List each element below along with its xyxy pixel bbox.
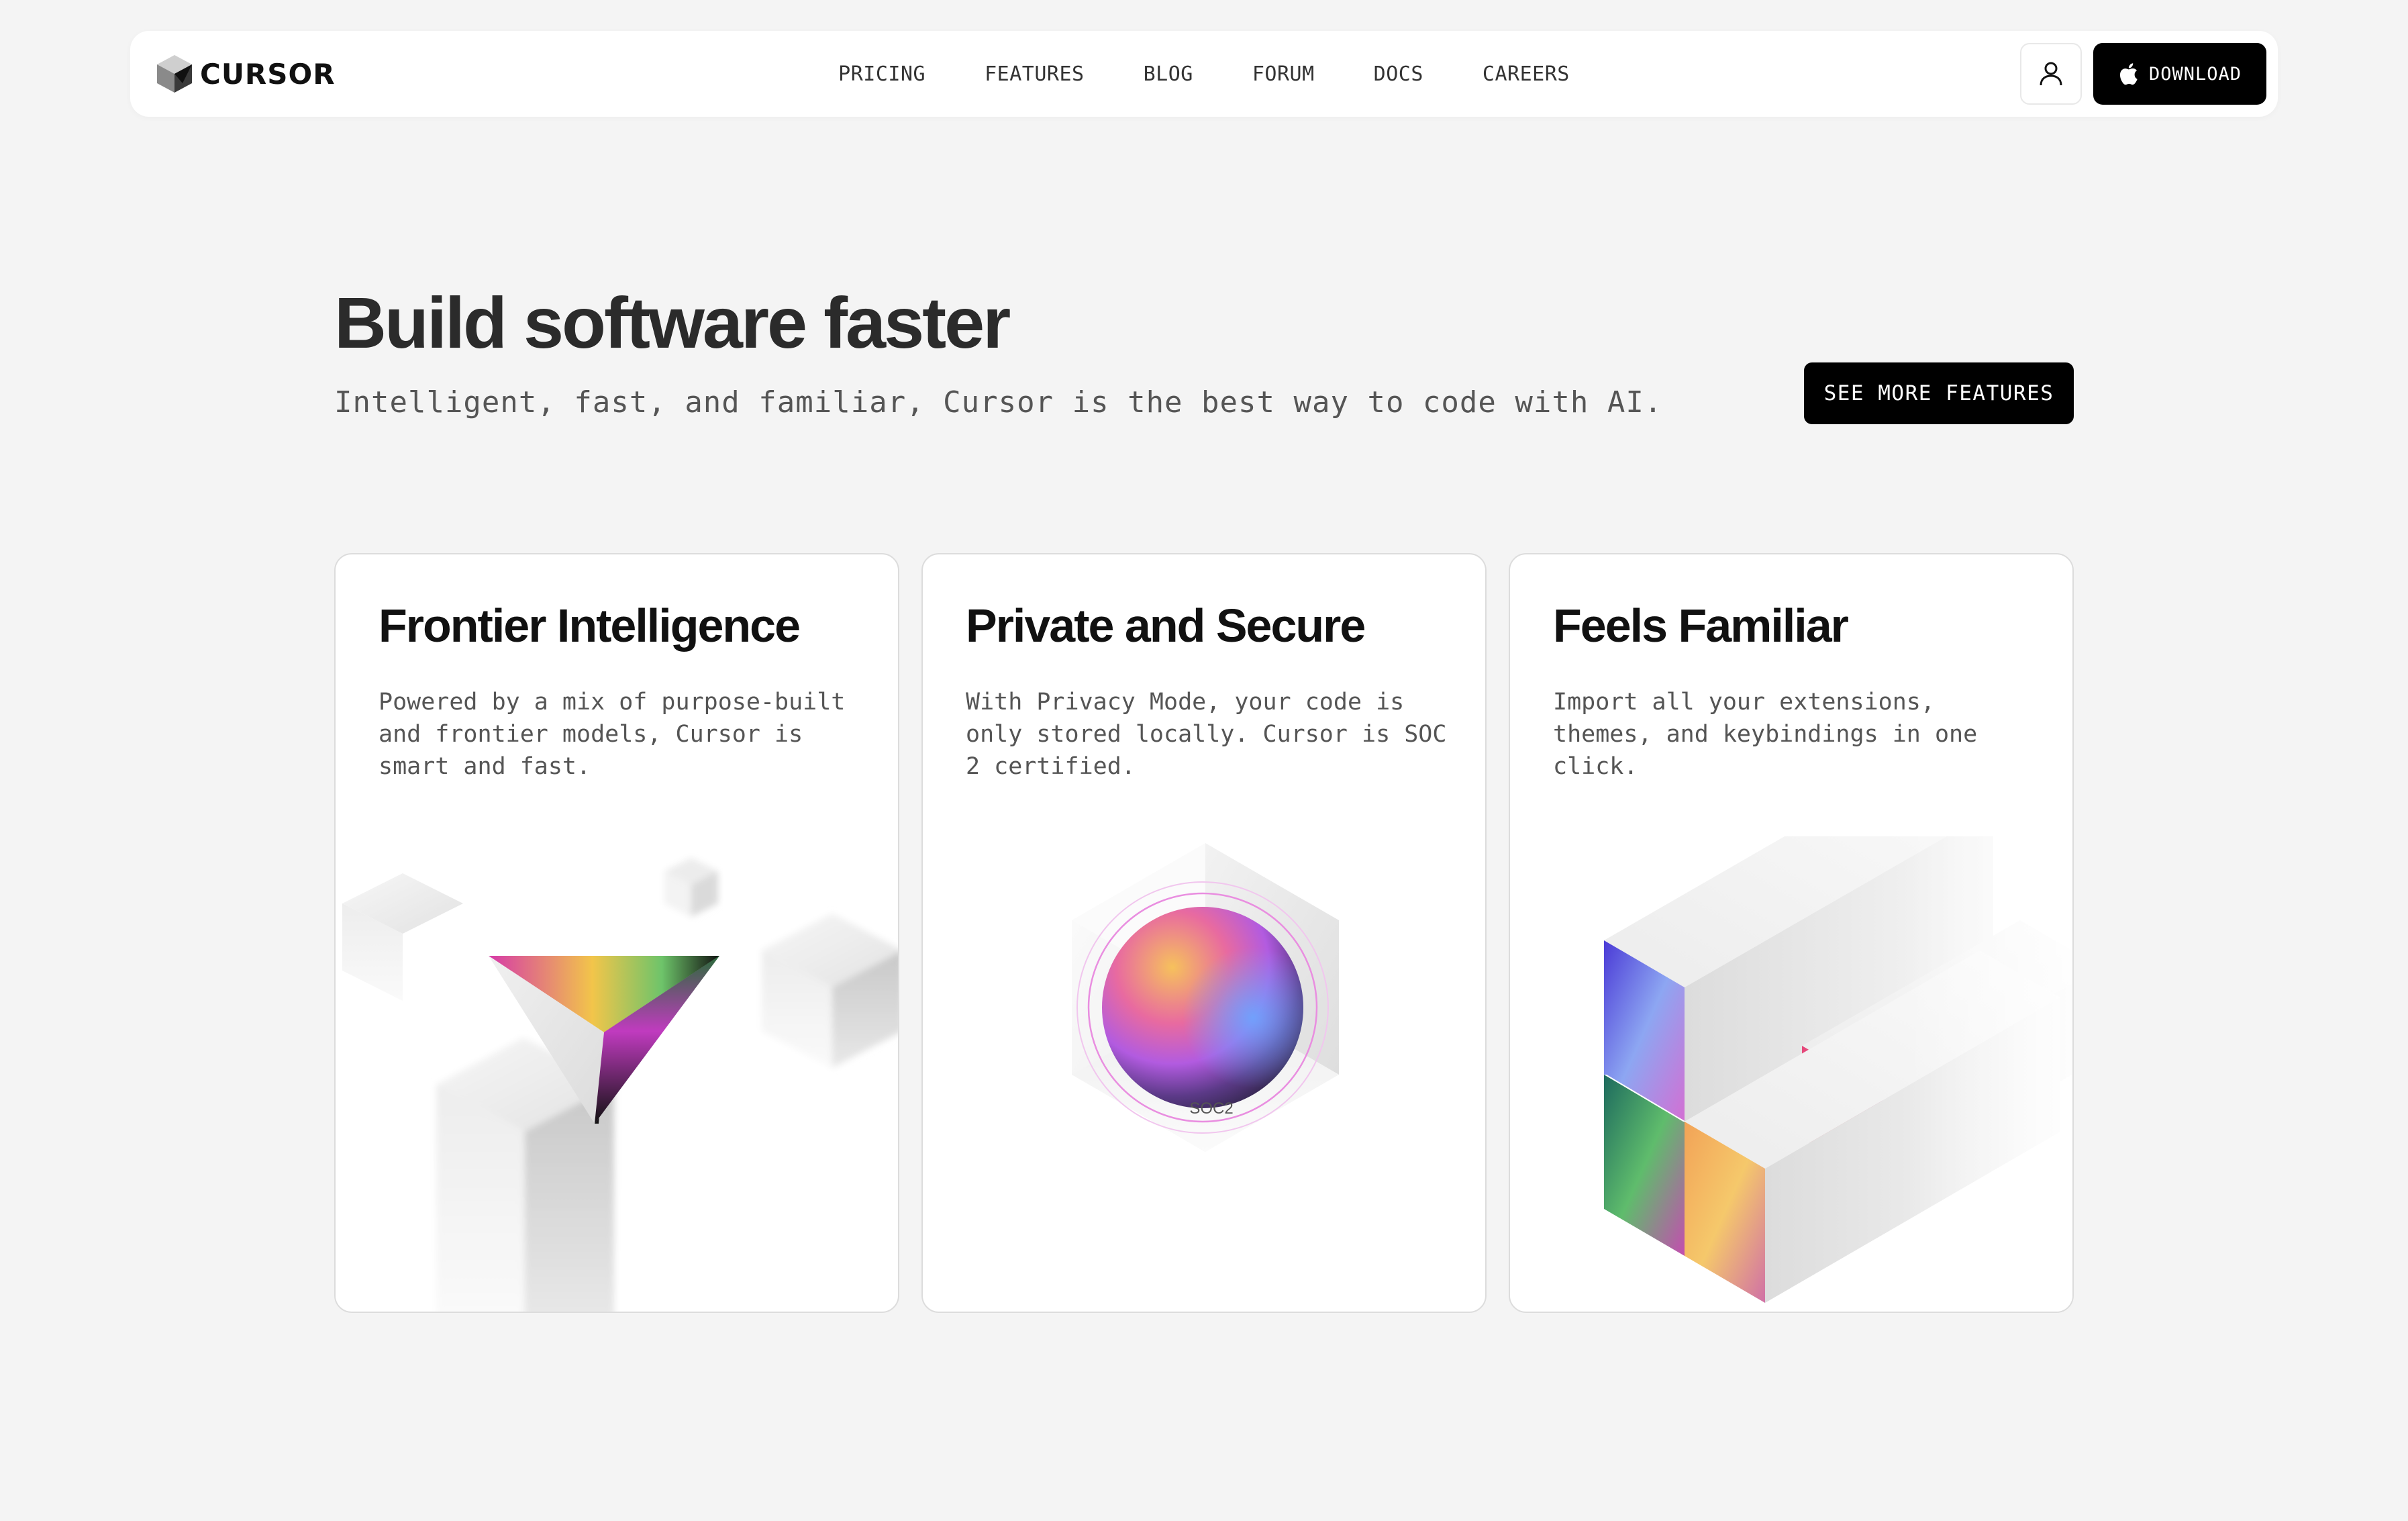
nav-link-pricing[interactable]: PRICING bbox=[809, 62, 955, 86]
nav-link-careers[interactable]: CAREERS bbox=[1453, 62, 1599, 86]
feels-familiar-illustration bbox=[1510, 836, 2072, 1312]
nav-link-forum[interactable]: FORUM bbox=[1223, 62, 1344, 86]
nav-links: PRICING FEATURES BLOG FORUM DOCS CAREERS bbox=[130, 31, 2278, 117]
card-description: Powered by a mix of purpose-built and fr… bbox=[379, 689, 846, 780]
nav-link-docs[interactable]: DOCS bbox=[1344, 62, 1453, 86]
private-secure-illustration: SOC2 bbox=[923, 836, 1485, 1312]
feature-card-feels-familiar: Feels Familiar Import all your extension… bbox=[1509, 553, 2074, 1313]
cursor-logo-icon bbox=[157, 55, 192, 93]
hero-subtitle: Intelligent, fast, and familiar, Cursor … bbox=[334, 385, 1663, 420]
user-icon bbox=[2040, 62, 2062, 86]
card-description: Import all your extensions, themes, and … bbox=[1553, 689, 1978, 780]
card-title: Private and Secure bbox=[966, 599, 1366, 652]
see-more-features-button[interactable]: SEE MORE FEATURES bbox=[1804, 362, 2074, 424]
logo-text: CURSOR bbox=[200, 57, 336, 91]
hero-title: Build software faster bbox=[334, 282, 1011, 363]
logo[interactable]: CURSOR bbox=[156, 52, 336, 95]
nav-link-features[interactable]: FEATURES bbox=[955, 62, 1114, 86]
apple-icon bbox=[2119, 63, 2138, 85]
feature-card-private-secure: Private and Secure With Privacy Mode, yo… bbox=[921, 553, 1487, 1313]
card-title: Frontier Intelligence bbox=[379, 599, 801, 652]
download-label: DOWNLOAD bbox=[2148, 63, 2242, 85]
top-nav: CURSOR PRICING FEATURES BLOG FORUM DOCS … bbox=[130, 31, 2278, 117]
frontier-intelligence-illustration bbox=[336, 836, 898, 1312]
card-description: With Privacy Mode, your code is only sto… bbox=[966, 689, 1447, 780]
card-title: Feels Familiar bbox=[1553, 599, 1849, 652]
nav-link-blog[interactable]: BLOG bbox=[1114, 62, 1223, 86]
account-button[interactable] bbox=[2020, 43, 2082, 105]
download-button[interactable]: DOWNLOAD bbox=[2093, 43, 2266, 105]
soc2-badge-text: SOC2 bbox=[1189, 1099, 1233, 1118]
feature-card-frontier-intelligence: Frontier Intelligence Powered by a mix o… bbox=[334, 553, 899, 1313]
